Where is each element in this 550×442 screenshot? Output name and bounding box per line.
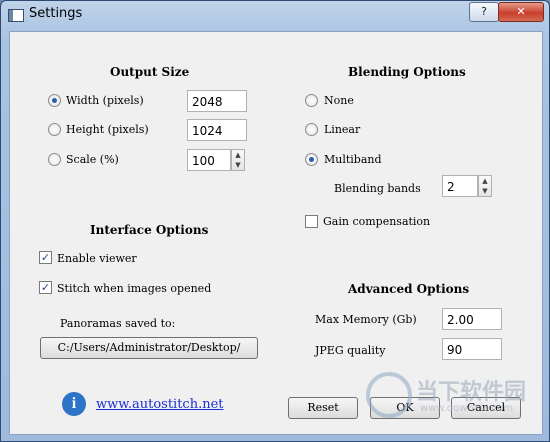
blend-multiband-radio[interactable] [305, 153, 318, 166]
settings-window: Settings ? ✕ Output Size Width (pixels) … [0, 0, 550, 442]
blending-bands-spinner[interactable]: ▲ ▼ [478, 175, 492, 197]
close-button[interactable]: ✕ [498, 2, 544, 22]
window-app-icon [8, 9, 24, 22]
window-title: Settings [29, 6, 83, 21]
width-input[interactable]: 2048 [187, 90, 247, 112]
height-radio[interactable] [48, 123, 61, 136]
panoramas-saved-label: Panoramas saved to: [60, 317, 176, 330]
enable-viewer-label: Enable viewer [57, 252, 137, 265]
checkmark-icon: ✓ [40, 281, 51, 294]
blend-linear-radio[interactable] [305, 123, 318, 136]
dialog-client-area: Output Size Width (pixels) 2048 Height (… [9, 31, 543, 435]
blend-none-label: None [324, 94, 354, 107]
spin-down-icon[interactable]: ▼ [479, 186, 491, 196]
max-memory-input[interactable]: 2.00 [442, 308, 502, 330]
scale-label: Scale (%) [66, 153, 119, 166]
blending-bands-label: Blending bands [334, 182, 421, 195]
blend-multiband-label: Multiband [324, 153, 382, 166]
height-input[interactable]: 1024 [187, 119, 247, 141]
interface-heading: Interface Options [90, 223, 209, 237]
blending-bands-input[interactable]: 2 [442, 175, 478, 197]
save-path-button[interactable]: C:/Users/Administrator/Desktop/ [40, 337, 258, 359]
advanced-heading: Advanced Options [348, 282, 470, 296]
info-icon: i [62, 392, 86, 416]
spin-down-icon[interactable]: ▼ [232, 160, 244, 170]
scale-input[interactable]: 100 [187, 149, 231, 171]
scale-radio[interactable] [48, 153, 61, 166]
website-link[interactable]: www.autostitch.net [96, 397, 224, 412]
reset-button[interactable]: Reset [288, 397, 358, 419]
width-label: Width (pixels) [66, 94, 144, 107]
jpeg-quality-label: JPEG quality [315, 344, 386, 357]
stitch-on-open-checkbox[interactable]: ✓ [39, 281, 52, 294]
scale-spinner[interactable]: ▲ ▼ [231, 149, 245, 171]
gain-compensation-checkbox[interactable] [305, 215, 318, 228]
title-bar: Settings ? ✕ [1, 1, 549, 29]
watermark-text: 当下软件园 [416, 380, 527, 405]
enable-viewer-checkbox[interactable]: ✓ [39, 251, 52, 264]
spin-up-icon[interactable]: ▲ [232, 150, 244, 160]
spin-up-icon[interactable]: ▲ [479, 176, 491, 186]
max-memory-label: Max Memory (Gb) [315, 313, 417, 326]
watermark-url: www.downxia.com [420, 403, 514, 414]
stitch-on-open-label: Stitch when images opened [57, 282, 212, 295]
output-size-heading: Output Size [110, 65, 190, 79]
watermark-logo-icon [366, 372, 412, 418]
width-radio[interactable] [48, 94, 61, 107]
blend-none-radio[interactable] [305, 94, 318, 107]
height-label: Height (pixels) [66, 123, 149, 136]
checkmark-icon: ✓ [40, 251, 51, 264]
jpeg-quality-input[interactable]: 90 [442, 338, 502, 360]
blending-heading: Blending Options [348, 65, 466, 79]
gain-compensation-label: Gain compensation [323, 215, 431, 228]
blend-linear-label: Linear [324, 123, 361, 136]
help-button[interactable]: ? [469, 2, 499, 22]
